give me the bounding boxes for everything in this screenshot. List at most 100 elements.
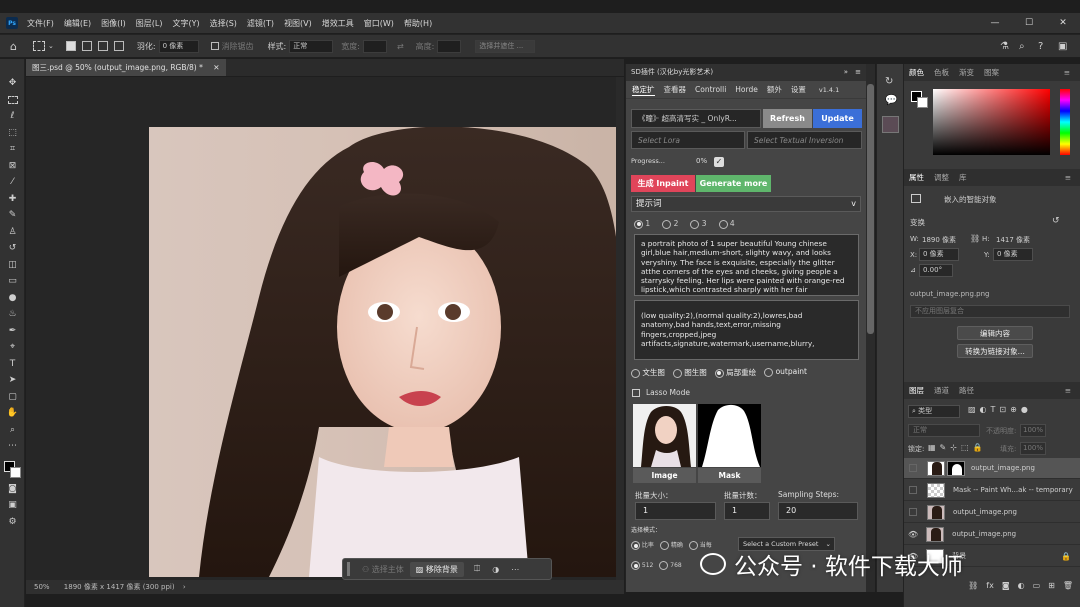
move-tool-icon[interactable]: ✥ [0, 75, 25, 92]
new-layer-icon[interactable]: ⊞ [1048, 581, 1055, 590]
mode-img2img[interactable]: 图生图 [672, 367, 707, 378]
chevron-down-icon[interactable]: ⌄ [48, 42, 54, 50]
color-picker-field[interactable] [933, 89, 1050, 155]
layer-row[interactable]: Mask -- Paint Wh...ak -- temporary [904, 480, 1080, 501]
new-selection-icon[interactable] [65, 41, 76, 51]
tab-swatches[interactable]: 色板 [934, 67, 949, 78]
size-512-option[interactable]: 512 [631, 561, 653, 570]
mode-txt2img[interactable]: 文生图 [631, 367, 665, 378]
transform-icon[interactable]: ⎅ [474, 564, 480, 574]
rectangle-tool-icon[interactable]: ▢ [0, 389, 25, 406]
convert-to-linked-button[interactable]: 转换为链接对象... [957, 344, 1033, 358]
subtract-selection-icon[interactable] [97, 41, 108, 51]
adjustment-layer-icon[interactable]: ◐ [1018, 581, 1025, 590]
more-options-icon[interactable]: ⋯ [511, 565, 519, 574]
menu-plugins[interactable]: 增效工具 [317, 18, 359, 29]
scrollbar-thumb[interactable] [867, 84, 874, 334]
model-select[interactable]: 《疃》· 超高清写实 _ OnlyR... [631, 109, 761, 128]
prompt-tab-3[interactable]: 3 [690, 219, 707, 229]
healing-brush-icon[interactable]: ✚ [0, 191, 25, 208]
style-select[interactable]: 正常 [289, 39, 334, 53]
menu-image[interactable]: 图像(I) [96, 18, 131, 29]
prompt-tab-4[interactable]: 4 [718, 219, 735, 229]
home-icon[interactable]: ⌂ [10, 40, 17, 53]
lora-select[interactable]: Select Lora [631, 131, 745, 149]
layer-name[interactable]: output_image.png [971, 464, 1035, 472]
tab-extras[interactable]: 额外 [767, 84, 782, 95]
lasso-mode-checkbox[interactable] [632, 389, 640, 397]
more-tools-icon[interactable]: ⋯ [0, 438, 25, 455]
tab-color[interactable]: 颜色 [909, 67, 924, 78]
maximize-icon[interactable]: ☐ [1012, 13, 1046, 33]
tab-paths[interactable]: 路径 [959, 385, 974, 396]
layer-name[interactable]: output_image.png [953, 508, 1017, 516]
tab-viewer[interactable]: 查看器 [664, 84, 687, 95]
eye-icon[interactable]: 👁 [908, 530, 918, 539]
swap-icon[interactable]: ⇄ [397, 42, 404, 51]
sampling-steps-input[interactable]: 20 [778, 502, 858, 520]
pen-tool-icon[interactable]: ✒ [0, 323, 25, 340]
link-layers-icon[interactable]: ⛓ [968, 581, 978, 590]
prompt-tab-1[interactable]: 1 [634, 219, 650, 229]
frame-tool-icon[interactable]: ⊠ [0, 158, 25, 175]
object-select-tool-icon[interactable]: ⬚ [0, 125, 25, 142]
menu-select[interactable]: 选择(S) [205, 18, 242, 29]
layer-row[interactable]: output_image.png [904, 458, 1080, 479]
opacity-input[interactable]: 100% [1020, 424, 1046, 437]
select-and-mask-button[interactable]: 选择并遮住 ... [475, 39, 536, 53]
menu-filter[interactable]: 滤镜(T) [242, 18, 279, 29]
intersect-selection-icon[interactable] [113, 41, 124, 51]
feather-input[interactable]: 0 像素 [158, 39, 199, 53]
link-icon[interactable]: ⛓ [970, 234, 980, 243]
sd-panel-scrollbar[interactable] [866, 64, 875, 592]
history-icon[interactable]: ↻ [885, 76, 903, 87]
size-ratio-option[interactable]: 比率 [631, 540, 654, 550]
help-icon[interactable]: ? [1038, 41, 1043, 52]
update-button[interactable]: Update [813, 109, 862, 128]
sd-thumbnail-icon[interactable] [882, 116, 899, 133]
hue-slider[interactable] [1060, 89, 1070, 155]
batch-count-input[interactable]: 1 [724, 502, 770, 520]
generate-more-button[interactable]: Generate more [696, 175, 771, 192]
menu-view[interactable]: 视图(V) [279, 18, 317, 29]
marquee-preset-icon[interactable] [32, 41, 45, 51]
new-group-icon[interactable]: ▭ [1033, 581, 1041, 590]
quick-mask-icon[interactable]: ◙ [0, 481, 25, 498]
progress-checkbox[interactable]: ✓ [714, 157, 724, 167]
tab-channels[interactable]: 通道 [934, 385, 949, 396]
panel-menu-icon[interactable]: ≡ [1065, 173, 1071, 182]
close-icon[interactable]: ✕ [1046, 13, 1080, 33]
tab-layers[interactable]: 图层 [909, 385, 924, 396]
x-input[interactable]: 0 像素 [919, 248, 959, 261]
tab-gradients[interactable]: 渐变 [959, 67, 974, 78]
visibility-toggle[interactable] [909, 486, 917, 494]
path-select-icon[interactable]: ➤ [0, 372, 25, 389]
tab-controlnet[interactable]: Controlli [695, 85, 726, 94]
flask-icon[interactable]: ⚗ [1000, 41, 1009, 52]
screen-mode-icon[interactable]: ▣ [0, 497, 25, 514]
eyedropper-tool-icon[interactable]: ⁄ [0, 174, 25, 191]
remove-background-button[interactable]: ▨ 移除背景 [409, 561, 464, 577]
document-tab[interactable]: 图三.psd @ 50% (output_image.png, RGB/8) *… [26, 59, 226, 76]
init-image-thumbnail[interactable] [633, 404, 696, 467]
tab-libraries[interactable]: 库 [959, 172, 967, 183]
add-mask-icon[interactable]: ◙ [1002, 581, 1010, 590]
crop-tool-icon[interactable]: ⌗ [0, 141, 25, 158]
mode-inpaint[interactable]: 局部重绘 [714, 367, 756, 378]
add-selection-icon[interactable] [81, 41, 92, 51]
type-tool-icon[interactable]: T [0, 356, 25, 373]
y-input[interactable]: 0 像素 [993, 248, 1033, 261]
tab-adjustments[interactable]: 调整 [934, 172, 949, 183]
mode-outpaint[interactable]: outpaint [764, 367, 807, 378]
dodge-tool-icon[interactable]: ♨ [0, 306, 25, 323]
panel-menu-icon[interactable]: ≡ [1065, 386, 1071, 395]
edit-contents-button[interactable]: 编辑内容 [957, 326, 1033, 340]
size-768-option[interactable]: 768 [659, 561, 682, 570]
panel-menu-icon[interactable]: ≡ [1064, 68, 1070, 77]
pen-anchor-icon[interactable]: ⌖ [0, 339, 25, 356]
layer-comp-select[interactable]: 不应用图层复合 [910, 305, 1070, 318]
refresh-button[interactable]: Refresh [763, 109, 812, 128]
mask-image-thumbnail[interactable] [698, 404, 761, 467]
layer-name[interactable]: output_image.png [952, 530, 1016, 538]
document-info[interactable]: 1890 像素 x 1417 像素 (300 ppi) [64, 583, 175, 591]
